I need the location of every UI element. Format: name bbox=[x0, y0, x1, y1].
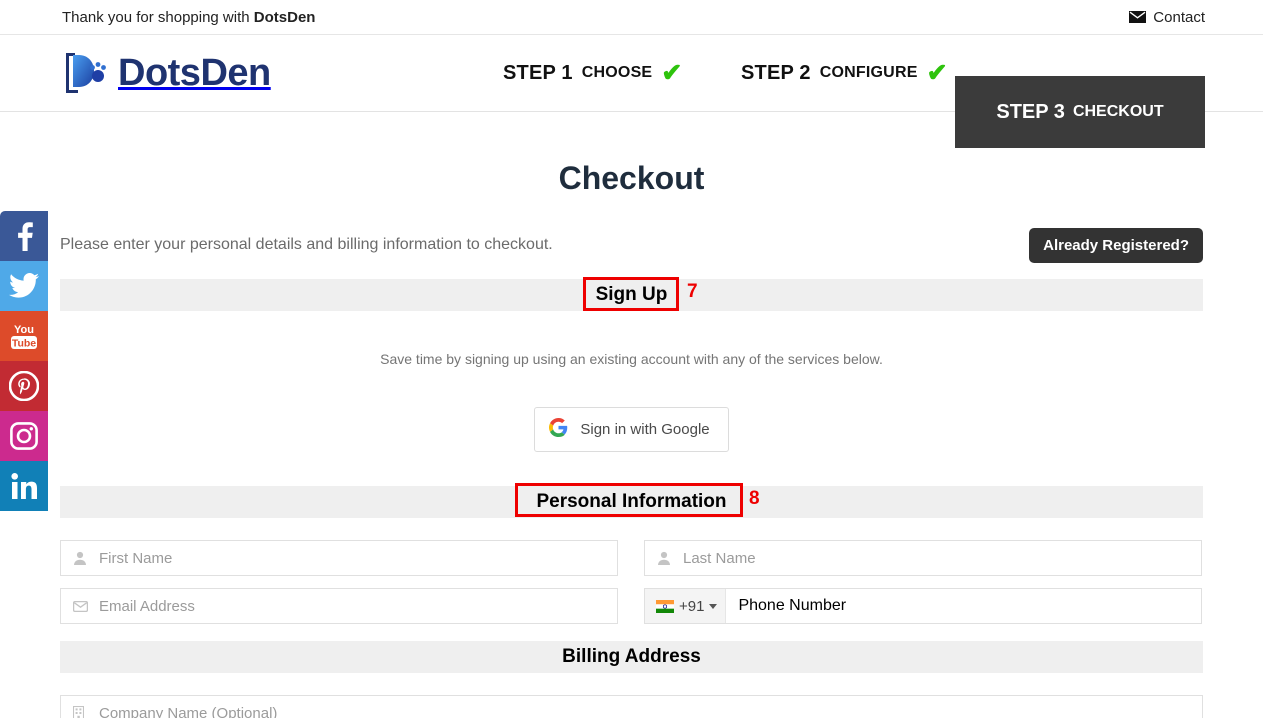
google-button-label: Sign in with Google bbox=[580, 421, 710, 438]
step-3-label: CHECKOUT bbox=[1072, 103, 1164, 120]
building-icon bbox=[73, 706, 93, 718]
annotation-number-8: 8 bbox=[749, 488, 760, 509]
step-2-configure[interactable]: STEP 2 CONFIGURE ✔ bbox=[741, 35, 948, 111]
email-address-placeholder: Email Address bbox=[99, 597, 195, 615]
already-registered-button[interactable]: Already Registered? bbox=[1029, 227, 1203, 263]
contact-link[interactable]: Contact bbox=[1129, 9, 1205, 26]
svg-text:Tube: Tube bbox=[12, 338, 36, 350]
chevron-down-icon bbox=[709, 603, 718, 609]
page-body: Checkout Please enter your personal deta… bbox=[0, 160, 1263, 718]
country-code-selector[interactable]: +91 bbox=[645, 589, 727, 623]
step-2-number: STEP 2 bbox=[741, 61, 811, 84]
personal-information-form: First Name Last Name Email Address +91 P… bbox=[60, 540, 1203, 624]
step-1-number: STEP 1 bbox=[503, 61, 573, 84]
announcement-message: Thank you for shopping with bbox=[62, 8, 254, 26]
sign-in-with-google-button[interactable]: Sign in with Google bbox=[534, 407, 729, 452]
step-1-label: CHOOSE bbox=[581, 64, 653, 81]
step-3-number: STEP 3 bbox=[996, 100, 1065, 123]
section-header-personal-information: Personal Information 8 bbox=[60, 483, 1203, 518]
social-signin-row: Sign in with Google bbox=[60, 407, 1203, 452]
first-name-placeholder: First Name bbox=[99, 549, 173, 567]
company-name-field[interactable]: Company Name (Optional) bbox=[60, 695, 1203, 718]
linkedin-icon bbox=[11, 472, 37, 500]
section-title-signup: Sign Up bbox=[595, 284, 668, 305]
envelope-icon bbox=[1129, 11, 1147, 23]
last-name-placeholder: Last Name bbox=[683, 549, 756, 567]
social-sidebar: You Tube bbox=[0, 211, 48, 511]
intro-row: Please enter your personal details and b… bbox=[60, 226, 1203, 264]
facebook-icon bbox=[11, 221, 37, 251]
social-link-instagram[interactable] bbox=[0, 411, 48, 461]
page-title: Checkout bbox=[558, 160, 705, 196]
email-address-field[interactable]: Email Address bbox=[60, 588, 618, 624]
announcement-brand: DotsDen bbox=[253, 8, 316, 26]
instagram-icon bbox=[10, 422, 38, 450]
country-code-value: +91 bbox=[679, 597, 705, 615]
checkout-container: Checkout Please enter your personal deta… bbox=[60, 160, 1203, 718]
phone-number-field[interactable]: +91 Phone Number bbox=[644, 588, 1202, 624]
section-header-signup: Sign Up 7 bbox=[60, 277, 1203, 311]
step-1-choose[interactable]: STEP 1 CHOOSE ✔ bbox=[503, 35, 682, 111]
pinterest-icon bbox=[9, 371, 39, 401]
signup-help-text: Save time by signing up using an existin… bbox=[380, 351, 883, 367]
annotation-number-7: 7 bbox=[687, 281, 698, 302]
person-icon bbox=[73, 551, 93, 565]
google-g-icon bbox=[549, 418, 568, 441]
section-title-personal-information: Personal Information bbox=[536, 491, 727, 512]
person-icon bbox=[657, 551, 677, 565]
step-1-check-icon: ✔ bbox=[661, 58, 683, 87]
billing-address-form: Company Name (Optional) bbox=[60, 695, 1203, 718]
step-2-label: CONFIGURE bbox=[819, 64, 918, 81]
intro-text: Please enter your personal details and b… bbox=[60, 236, 553, 253]
youtube-icon: You Tube bbox=[8, 321, 40, 351]
step-2-check-icon: ✔ bbox=[926, 58, 948, 87]
announcement-bar: Thank you for shopping with DotsDen Cont… bbox=[0, 0, 1263, 35]
social-link-twitter[interactable] bbox=[0, 261, 48, 311]
social-link-pinterest[interactable] bbox=[0, 361, 48, 411]
contact-label: Contact bbox=[1153, 8, 1205, 26]
section-title-billing-address: Billing Address bbox=[562, 646, 701, 667]
logo-link[interactable]: DotsDen bbox=[0, 35, 271, 111]
dotsden-paw-logo bbox=[62, 49, 108, 97]
step-3-checkout[interactable]: STEP 3 CHECKOUT bbox=[955, 76, 1205, 148]
logo-text: DotsDen bbox=[118, 52, 271, 94]
social-link-facebook[interactable] bbox=[0, 211, 48, 261]
phone-number-placeholder: Phone Number bbox=[738, 597, 847, 614]
site-header: DotsDen STEP 1 CHOOSE ✔ STEP 2 CONFIGURE… bbox=[0, 35, 1263, 148]
social-link-linkedin[interactable] bbox=[0, 461, 48, 511]
twitter-icon bbox=[9, 273, 39, 299]
phone-number-input[interactable]: Phone Number bbox=[726, 589, 1201, 623]
section-header-billing-address: Billing Address bbox=[60, 641, 1203, 673]
announcement-text: Thank you for shopping with DotsDen bbox=[62, 9, 315, 26]
envelope-icon bbox=[73, 600, 93, 612]
svg-text:You: You bbox=[14, 324, 34, 336]
company-name-placeholder: Company Name (Optional) bbox=[99, 704, 278, 718]
india-flag-icon bbox=[656, 599, 674, 613]
last-name-field[interactable]: Last Name bbox=[644, 540, 1202, 576]
first-name-field[interactable]: First Name bbox=[60, 540, 618, 576]
social-link-youtube[interactable]: You Tube bbox=[0, 311, 48, 361]
